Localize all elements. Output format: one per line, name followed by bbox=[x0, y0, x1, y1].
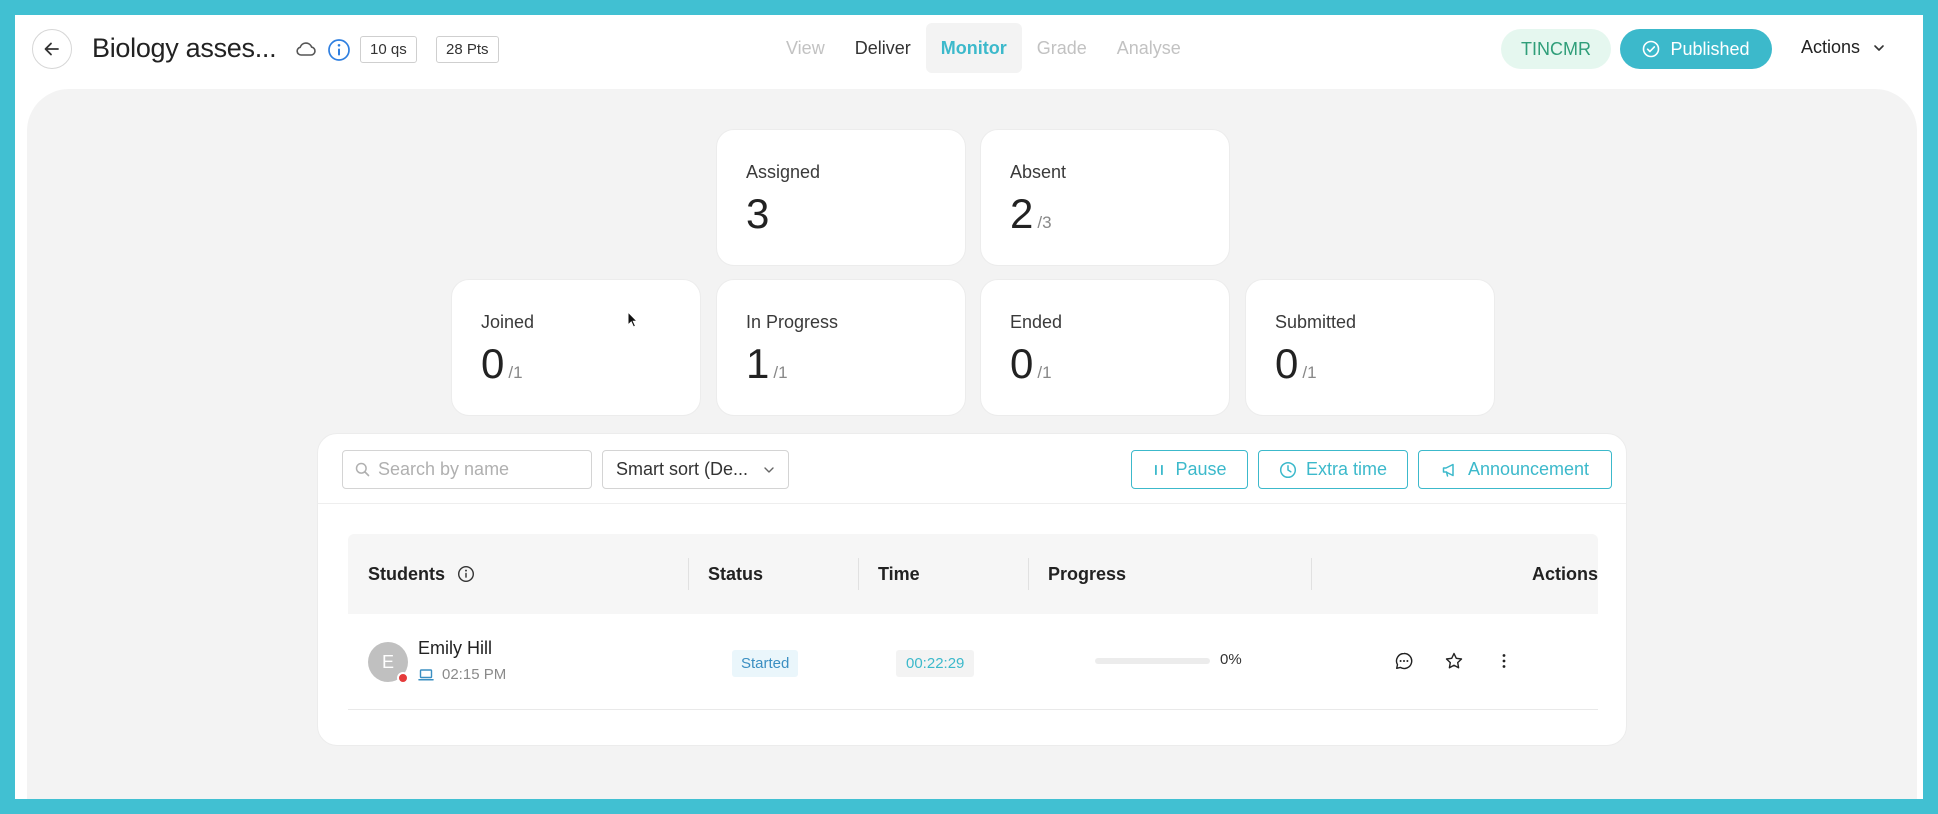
students-table: Students Status Time Progress Actions E bbox=[348, 534, 1598, 710]
stat-card-absent: Absent 2/3 bbox=[980, 129, 1230, 266]
column-header-actions: Actions bbox=[1531, 564, 1598, 584]
star-icon bbox=[1445, 652, 1463, 669]
tab-view[interactable]: View bbox=[771, 23, 840, 73]
app-window: Biology asses... 10 qs 28 Pts View Deliv… bbox=[15, 15, 1923, 799]
table-row[interactable]: E Emily Hill 02:15 PM Started 00:22:29 0… bbox=[348, 614, 1598, 710]
stat-card-joined: Joined 0/1 bbox=[451, 279, 701, 416]
pause-icon bbox=[1155, 464, 1164, 475]
stat-value: 0/1 bbox=[481, 340, 523, 387]
check-circle-icon bbox=[1643, 40, 1660, 58]
student-join-info: 02:15 PM bbox=[418, 666, 506, 683]
announcement-button[interactable]: Announcement bbox=[1418, 450, 1612, 489]
sort-label: Smart sort (De... bbox=[616, 459, 749, 479]
search-box[interactable] bbox=[342, 450, 592, 489]
chevron-down-icon bbox=[764, 466, 774, 473]
student-name[interactable]: Emily Hill bbox=[418, 638, 492, 659]
column-header-students: Students bbox=[368, 534, 475, 614]
points-chip: 28 Pts bbox=[436, 36, 499, 63]
stat-label: In Progress bbox=[746, 312, 839, 332]
connection-status-dot bbox=[397, 672, 409, 684]
time-elapsed-badge: 00:22:29 bbox=[896, 650, 975, 677]
more-options-button[interactable] bbox=[1492, 649, 1516, 673]
column-divider bbox=[1311, 558, 1312, 590]
panel-toolbar: Smart sort (De... Pause Extra time bbox=[318, 434, 1626, 504]
cloud-icon bbox=[296, 42, 316, 56]
top-header: Biology asses... 10 qs 28 Pts View Deliv… bbox=[15, 15, 1923, 89]
question-count-chip: 10 qs bbox=[360, 36, 417, 63]
tab-analyse[interactable]: Analyse bbox=[1102, 23, 1196, 73]
tab-monitor[interactable]: Monitor bbox=[925, 23, 1022, 73]
arrow-left-icon bbox=[44, 42, 59, 56]
search-input[interactable] bbox=[378, 459, 578, 480]
stat-label: Assigned bbox=[746, 162, 821, 182]
announcement-label: Announcement bbox=[1467, 459, 1590, 479]
message-button[interactable] bbox=[1392, 649, 1416, 673]
join-code-badge[interactable]: TINCMR bbox=[1501, 29, 1611, 69]
chevron-down-icon bbox=[1874, 44, 1884, 51]
stat-label: Joined bbox=[481, 312, 535, 332]
assessment-title[interactable]: Biology asses... bbox=[92, 33, 277, 64]
column-divider bbox=[1028, 558, 1029, 590]
stat-value: 3 bbox=[746, 190, 770, 237]
stat-card-ended: Ended 0/1 bbox=[980, 279, 1230, 416]
tab-grade[interactable]: Grade bbox=[1022, 23, 1102, 73]
stat-card-assigned: Assigned 3 bbox=[716, 129, 966, 266]
column-header-progress: Progress bbox=[1048, 564, 1127, 584]
column-divider bbox=[858, 558, 859, 590]
pause-button[interactable]: Pause bbox=[1131, 450, 1248, 489]
stat-value: 1/1 bbox=[746, 340, 788, 387]
published-label: Published bbox=[1670, 38, 1750, 59]
stat-label: Submitted bbox=[1275, 312, 1357, 332]
extra-time-label: Extra time bbox=[1305, 459, 1388, 479]
stat-card-submitted: Submitted 0/1 bbox=[1245, 279, 1495, 416]
mouse-cursor-icon bbox=[627, 311, 639, 328]
stat-value: 0/1 bbox=[1010, 340, 1052, 387]
stat-card-in-progress: In Progress 1/1 bbox=[716, 279, 966, 416]
pause-label: Pause bbox=[1175, 459, 1227, 479]
column-header-time: Time bbox=[878, 564, 920, 584]
stat-value: 2/3 bbox=[1010, 190, 1052, 237]
stat-label: Ended bbox=[1010, 312, 1063, 332]
actions-dropdown[interactable]: Actions bbox=[1801, 37, 1886, 58]
sort-select[interactable]: Smart sort (De... bbox=[602, 450, 789, 489]
students-panel: Smart sort (De... Pause Extra time bbox=[317, 433, 1627, 746]
back-button[interactable] bbox=[32, 29, 72, 69]
tab-deliver[interactable]: Deliver bbox=[840, 23, 926, 73]
chat-bubble-icon bbox=[1395, 652, 1413, 670]
megaphone-icon bbox=[1442, 463, 1454, 477]
status-badge: Started bbox=[732, 650, 799, 677]
kebab-menu-icon bbox=[1502, 654, 1506, 668]
stat-value: 0/1 bbox=[1275, 340, 1317, 387]
extra-time-button[interactable]: Extra time bbox=[1258, 450, 1408, 489]
search-icon bbox=[355, 462, 370, 477]
published-button[interactable]: Published bbox=[1620, 29, 1772, 69]
star-button[interactable] bbox=[1442, 649, 1466, 673]
info-icon[interactable] bbox=[327, 38, 351, 62]
join-time: 02:15 PM bbox=[442, 666, 507, 683]
table-header: Students Status Time Progress Actions bbox=[348, 534, 1598, 614]
column-divider bbox=[688, 558, 689, 590]
progress-percent: 0% bbox=[1220, 651, 1242, 668]
progress-bar bbox=[1095, 658, 1210, 664]
stat-label: Absent bbox=[1010, 162, 1067, 182]
clock-icon bbox=[1279, 461, 1297, 478]
laptop-icon bbox=[418, 668, 434, 681]
actions-label: Actions bbox=[1801, 37, 1861, 57]
info-icon[interactable] bbox=[457, 565, 475, 583]
column-header-status: Status bbox=[708, 564, 764, 584]
main-nav: View Deliver Monitor Grade Analyse bbox=[771, 23, 1196, 73]
